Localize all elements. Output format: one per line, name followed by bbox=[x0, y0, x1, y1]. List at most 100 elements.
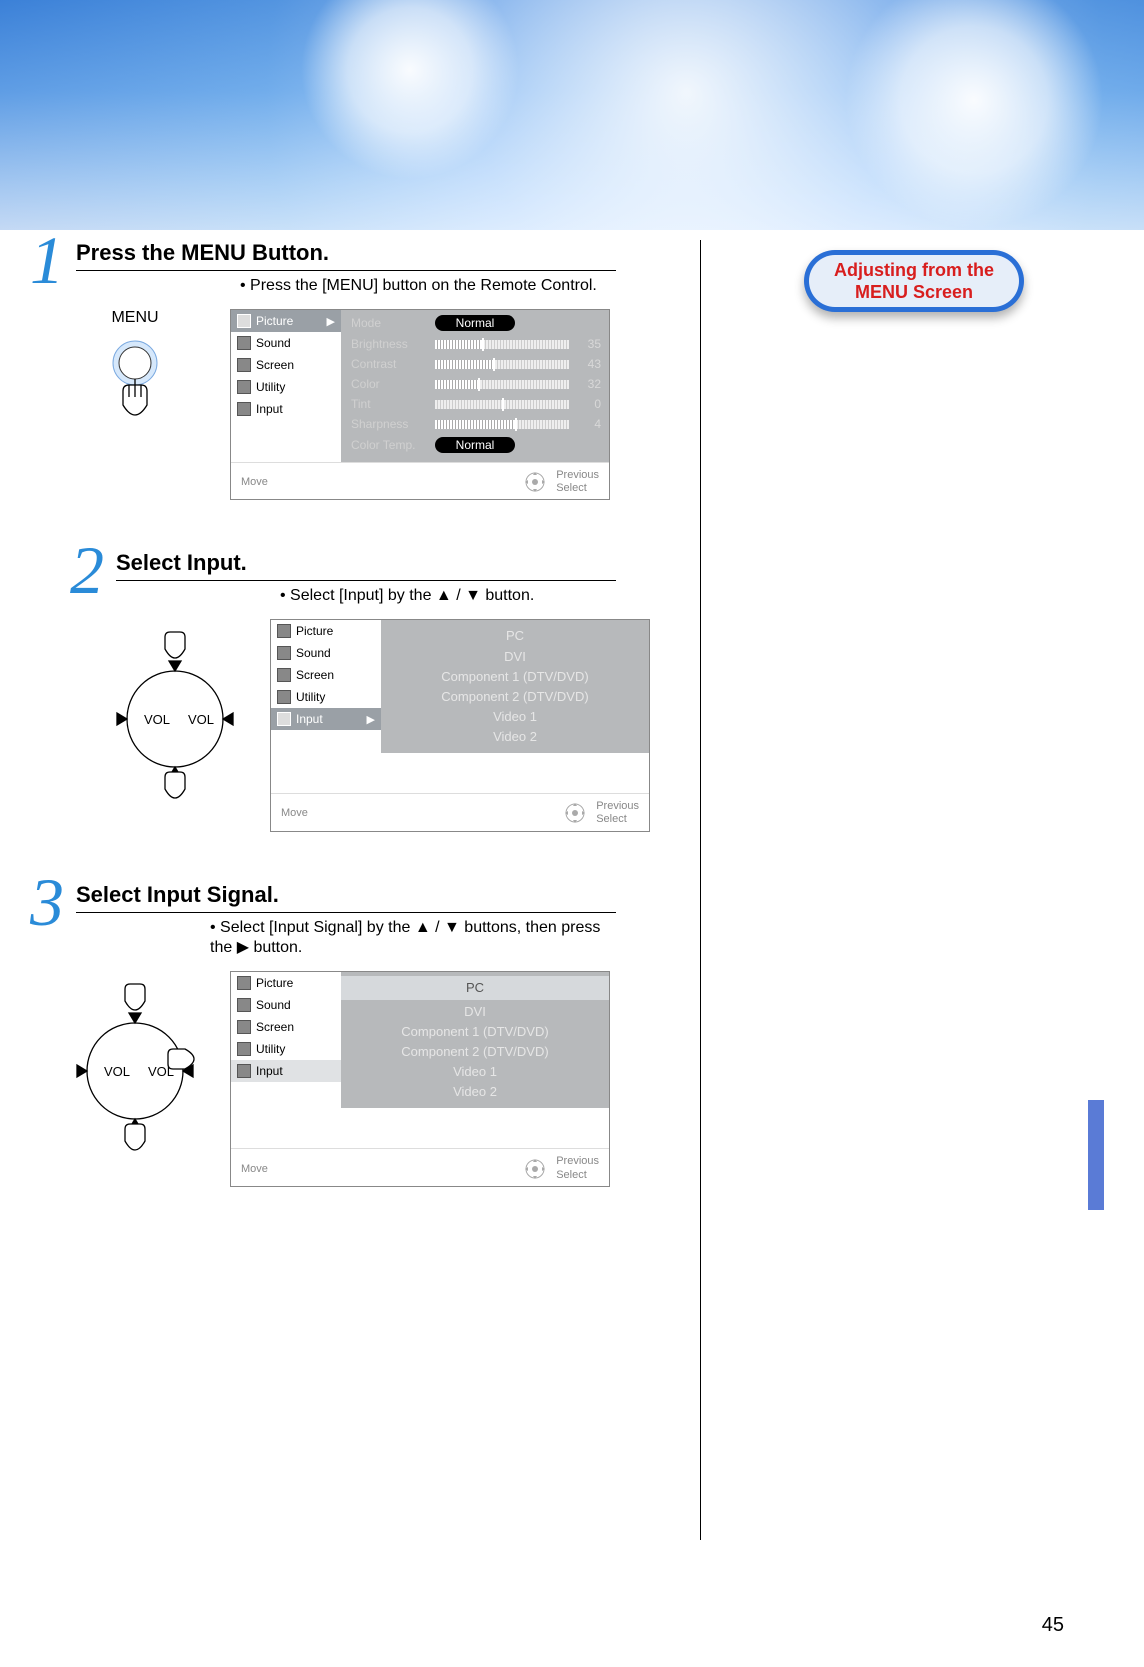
step-title: Select Input Signal. bbox=[76, 882, 616, 913]
remote-menu-button-illustration bbox=[90, 333, 180, 448]
svg-text:VOL: VOL bbox=[104, 1064, 130, 1079]
osd-footer: Move Previous Select bbox=[271, 793, 649, 830]
setting-color-temp[interactable]: Color Temp.Normal bbox=[351, 434, 601, 456]
step-instruction: • Select [Input Signal] by the ▲ / ▼ but… bbox=[210, 919, 610, 957]
vertical-divider bbox=[700, 240, 701, 1540]
nav-item-utility[interactable]: Utility bbox=[231, 376, 341, 398]
osd-picture-menu: Picture▶ Sound Screen Utility Input Mode… bbox=[230, 309, 610, 500]
chevron-right-icon: ▶ bbox=[367, 713, 375, 726]
step-instruction: • Select [Input] by the ▲ / ▼ button. bbox=[280, 587, 680, 605]
setting-tint[interactable]: Tint0 bbox=[351, 394, 601, 414]
input-source-list: PC DVI Component 1 (DTV/DVD) Component 2… bbox=[381, 620, 649, 753]
step-title: Select Input. bbox=[116, 550, 616, 581]
input-icon bbox=[237, 402, 251, 416]
step-number: 1 bbox=[30, 226, 64, 294]
footer-previous: Previous bbox=[596, 800, 639, 812]
setting-color[interactable]: Color32 bbox=[351, 374, 601, 394]
footer-previous: Previous bbox=[556, 469, 599, 481]
section-callout: Adjusting from the MENU Screen bbox=[804, 250, 1024, 312]
svg-text:VOL: VOL bbox=[188, 712, 214, 727]
step-3: 3 Select Input Signal. • Select [Input S… bbox=[40, 882, 640, 1187]
setting-sharpness[interactable]: Sharpness4 bbox=[351, 414, 601, 434]
nav-item-sound[interactable]: Sound bbox=[231, 332, 341, 354]
dpad-icon bbox=[524, 1158, 546, 1180]
osd-footer: Move Previous Select bbox=[231, 1148, 609, 1185]
nav-item-input[interactable]: Input▶ bbox=[271, 708, 381, 730]
input-option-component1[interactable]: Component 1 (DTV/DVD) bbox=[349, 1022, 601, 1042]
osd-nav: Picture▶ Sound Screen Utility Input bbox=[231, 310, 341, 462]
input-option-video1[interactable]: Video 1 bbox=[389, 707, 641, 727]
input-option-video2[interactable]: Video 2 bbox=[389, 727, 641, 747]
picture-settings-panel: ModeNormal Brightness35 Contrast43 Color… bbox=[341, 310, 609, 462]
nav-item-input[interactable]: Input bbox=[231, 398, 341, 420]
footer-move: Move bbox=[241, 1163, 268, 1175]
nav-item-picture[interactable]: Picture bbox=[231, 972, 341, 994]
step-instruction: • Press the [MENU] button on the Remote … bbox=[240, 277, 640, 295]
osd-nav: Picture Sound Screen Utility Input▶ bbox=[271, 620, 381, 753]
setting-contrast[interactable]: Contrast43 bbox=[351, 354, 601, 374]
menu-button-label: MENU bbox=[40, 309, 230, 327]
picture-icon bbox=[237, 314, 251, 328]
nav-item-sound[interactable]: Sound bbox=[231, 994, 341, 1016]
input-option-video2[interactable]: Video 2 bbox=[349, 1082, 601, 1102]
dandelion-graphic bbox=[844, 0, 1104, 230]
footer-select: Select bbox=[596, 813, 627, 825]
nav-item-input[interactable]: Input bbox=[231, 1060, 341, 1082]
input-option-dvi[interactable]: DVI bbox=[349, 1002, 601, 1022]
osd-input-menu: Picture Sound Screen Utility Input▶ PC D… bbox=[270, 619, 650, 831]
page-number: 45 bbox=[1042, 1614, 1064, 1637]
footer-previous: Previous bbox=[556, 1155, 599, 1167]
osd-footer: Move Previous Select bbox=[231, 462, 609, 499]
dandelion-graphic bbox=[300, 0, 520, 180]
callout-line1: Adjusting from the bbox=[834, 260, 994, 280]
input-icon bbox=[277, 712, 291, 726]
utility-icon bbox=[237, 380, 251, 394]
step-title: Press the MENU Button. bbox=[76, 240, 616, 271]
nav-item-picture[interactable]: Picture▶ bbox=[231, 310, 341, 332]
step-2: 2 Select Input. • Select [Input] by the … bbox=[80, 550, 680, 831]
footer-move: Move bbox=[241, 476, 268, 488]
svg-text:VOL: VOL bbox=[144, 712, 170, 727]
input-option-pc[interactable]: PC bbox=[389, 626, 641, 646]
utility-icon bbox=[237, 1042, 251, 1056]
dpad-icon bbox=[564, 802, 586, 824]
nav-item-utility[interactable]: Utility bbox=[231, 1038, 341, 1060]
screen-icon bbox=[237, 358, 251, 372]
footer-select: Select bbox=[556, 482, 587, 494]
step-number: 2 bbox=[70, 536, 104, 604]
input-option-dvi[interactable]: DVI bbox=[389, 647, 641, 667]
screen-icon bbox=[277, 668, 291, 682]
picture-icon bbox=[237, 976, 251, 990]
header-background bbox=[0, 0, 1144, 230]
setting-brightness[interactable]: Brightness35 bbox=[351, 334, 601, 354]
input-option-component2[interactable]: Component 2 (DTV/DVD) bbox=[349, 1042, 601, 1062]
step-number: 3 bbox=[30, 868, 64, 936]
nav-item-screen[interactable]: Screen bbox=[231, 1016, 341, 1038]
input-option-video1[interactable]: Video 1 bbox=[349, 1062, 601, 1082]
sound-icon bbox=[237, 998, 251, 1012]
dpad-icon bbox=[524, 471, 546, 493]
remote-volume-nav-illustration: VOL VOL bbox=[50, 971, 220, 1176]
nav-item-picture[interactable]: Picture bbox=[271, 620, 381, 642]
input-icon bbox=[237, 1064, 251, 1078]
input-option-component2[interactable]: Component 2 (DTV/DVD) bbox=[389, 687, 641, 707]
sound-icon bbox=[277, 646, 291, 660]
utility-icon bbox=[277, 690, 291, 704]
picture-icon bbox=[277, 624, 291, 638]
callout-line2: MENU Screen bbox=[855, 282, 973, 302]
screen-icon bbox=[237, 1020, 251, 1034]
nav-item-sound[interactable]: Sound bbox=[271, 642, 381, 664]
nav-item-screen[interactable]: Screen bbox=[271, 664, 381, 686]
sound-icon bbox=[237, 336, 251, 350]
input-option-component1[interactable]: Component 1 (DTV/DVD) bbox=[389, 667, 641, 687]
input-option-pc-selected[interactable]: PC bbox=[341, 976, 609, 1000]
setting-mode[interactable]: ModeNormal bbox=[351, 312, 601, 334]
nav-item-utility[interactable]: Utility bbox=[271, 686, 381, 708]
nav-item-screen[interactable]: Screen bbox=[231, 354, 341, 376]
footer-select: Select bbox=[556, 1169, 587, 1181]
chevron-right-icon: ▶ bbox=[327, 315, 335, 328]
footer-move: Move bbox=[281, 807, 308, 819]
page-content: Adjusting from the MENU Screen 1 Press t… bbox=[40, 240, 1104, 1627]
input-source-list: PC DVI Component 1 (DTV/DVD) Component 2… bbox=[341, 972, 609, 1109]
osd-nav: Picture Sound Screen Utility Input bbox=[231, 972, 341, 1109]
